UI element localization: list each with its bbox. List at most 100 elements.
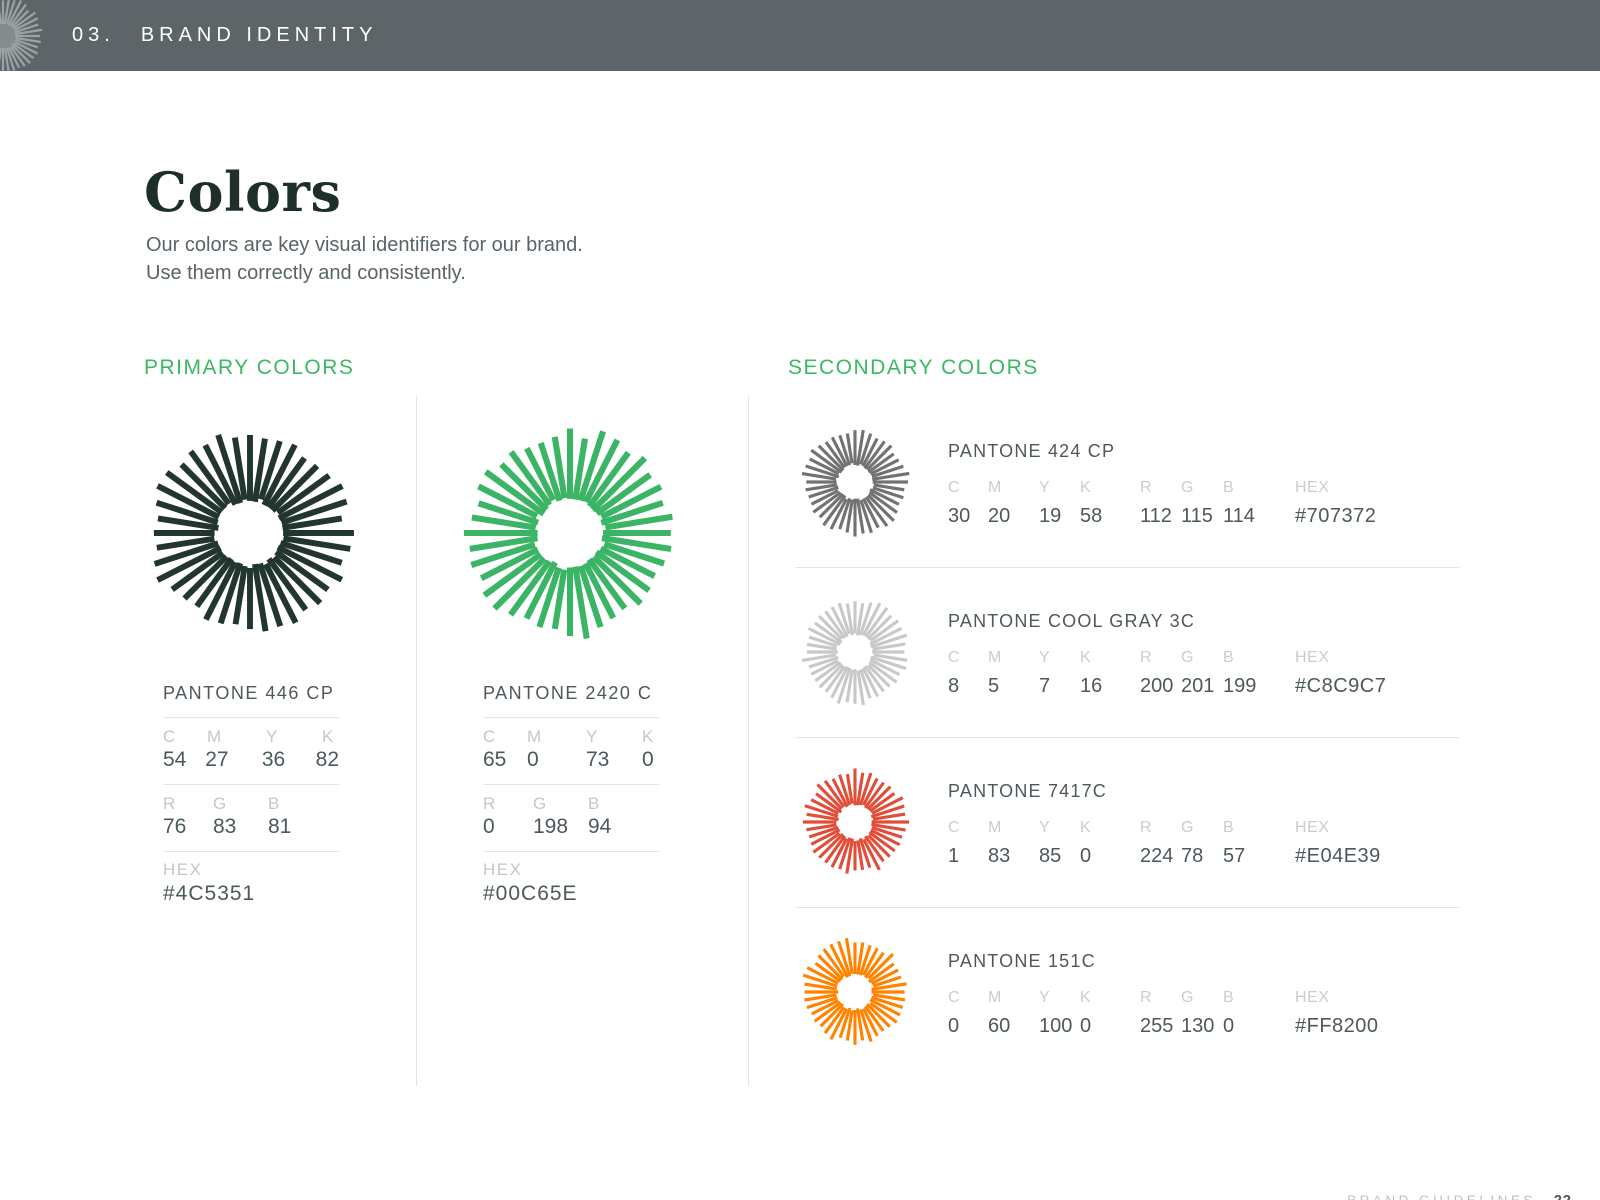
value-b: 57 — [1223, 845, 1246, 867]
swatch-values: 30 20 19 58 112 115 114 #707372 — [948, 505, 1376, 528]
label-b: B — [1223, 649, 1235, 666]
label-b: B — [588, 794, 601, 813]
label-b: B — [268, 794, 281, 813]
pantone-name: PANTONE 151C — [948, 951, 1096, 971]
secondary-sunburst — [801, 429, 910, 537]
pantone-name: PANTONE COOL GRAY 3C — [948, 611, 1196, 631]
pantone-name: PANTONE 446 CP — [163, 683, 335, 703]
label-k: K — [1080, 819, 1092, 836]
cmyk-labels: C M Y K — [163, 727, 339, 747]
label-m: M — [988, 819, 1003, 836]
label-hex: HEX — [1295, 479, 1330, 496]
subtitle-line-1: Our colors are key visual identifiers fo… — [146, 234, 583, 256]
value-c: 30 — [948, 505, 971, 527]
label-c: C — [948, 819, 961, 836]
pantone-name: PANTONE 7417C — [948, 781, 1107, 801]
value-g: 115 — [1181, 505, 1213, 527]
secondary-swatch-row: PANTONE 151C C M Y K R G B HEX 0 60 100 … — [795, 907, 1460, 1077]
pantone-name: PANTONE 2420 C — [483, 683, 653, 703]
cmyk-values: 54 27 36 82 — [163, 748, 339, 772]
primary-colors-heading: PRIMARY COLORS — [144, 356, 355, 379]
value-b: 199 — [1223, 675, 1257, 697]
label-y: Y — [586, 727, 599, 746]
secondary-sunburst — [802, 768, 910, 874]
label-y: Y — [1039, 819, 1051, 836]
swatch-labels: C M Y K R G B HEX — [948, 649, 1329, 667]
value-b: 94 — [588, 815, 612, 838]
secondary-swatch-row: PANTONE 424 CP C M Y K R G B HEX 30 20 1… — [795, 397, 1460, 568]
label-r: R — [483, 794, 497, 813]
cmyk-values: 65 0 73 0 — [483, 748, 659, 772]
page-number: 22 — [1554, 1193, 1572, 1200]
cmyk-labels: C M Y K — [483, 727, 659, 747]
label-k: K — [1080, 649, 1092, 666]
value-g: 78 — [1181, 845, 1204, 867]
value-c: 8 — [948, 675, 960, 697]
value-y: 19 — [1039, 505, 1062, 527]
label-k: K — [322, 727, 335, 746]
value-y: 100 — [1039, 1015, 1073, 1037]
label-m: M — [207, 727, 223, 746]
label-g: G — [1181, 649, 1195, 666]
divider — [163, 784, 339, 785]
value-g: 130 — [1181, 1015, 1215, 1037]
label-k: K — [642, 727, 655, 746]
primary-swatch-info: PANTONE 446 CP C M Y K 54 27 36 82 R G B… — [163, 682, 339, 906]
value-r: 76 — [163, 815, 187, 838]
value-k: 0 — [1080, 1015, 1092, 1037]
rgb-labels: R G B — [483, 794, 659, 814]
swatch-values: 8 5 7 16 200 201 199 #C8C9C7 — [948, 675, 1386, 698]
label-hex: HEX — [1295, 649, 1330, 666]
label-c: C — [948, 989, 961, 1006]
value-m: 60 — [988, 1015, 1011, 1037]
section-number: 03. — [72, 24, 115, 46]
divider — [163, 851, 339, 852]
value-c: 0 — [948, 1015, 960, 1037]
label-c: C — [483, 727, 497, 746]
primary-swatch-info: PANTONE 2420 C C M Y K 65 0 73 0 R G B 0… — [483, 682, 659, 906]
divider — [483, 717, 659, 718]
brand-guidelines-page: 03. BRAND IDENTITY Colors Our colors are… — [0, 0, 1600, 1200]
subtitle-line-2: Use them correctly and consistently. — [146, 262, 466, 284]
value-hex: #707372 — [1295, 505, 1377, 527]
pantone-name: PANTONE 424 CP — [948, 441, 1116, 461]
section-title: BRAND IDENTITY — [140, 24, 378, 46]
divider — [483, 784, 659, 785]
label-c: C — [163, 727, 177, 746]
rgb-values: 76 83 81 — [163, 815, 339, 839]
value-k: 82 — [315, 748, 339, 771]
column-divider — [416, 396, 417, 1086]
label-m: M — [988, 989, 1003, 1006]
divider — [483, 851, 659, 852]
page-title: Colors — [144, 160, 342, 224]
value-b: 114 — [1223, 505, 1255, 527]
secondary-swatch-row: PANTONE COOL GRAY 3C C M Y K R G B HEX 8… — [795, 567, 1460, 738]
secondary-sunburst — [801, 601, 908, 706]
swatch-values: 0 60 100 0 255 130 0 #FF8200 — [948, 1015, 1379, 1038]
header-bar: 03. BRAND IDENTITY — [0, 0, 1600, 71]
label-r: R — [1140, 819, 1153, 836]
label-m: M — [988, 479, 1003, 496]
value-g: 201 — [1181, 675, 1215, 697]
divider — [163, 717, 339, 718]
value-b: 81 — [268, 815, 292, 838]
label-y: Y — [1039, 649, 1051, 666]
value-r: 112 — [1140, 505, 1172, 527]
label-m: M — [527, 727, 543, 746]
label-k: K — [1080, 989, 1092, 1006]
label-b: B — [1223, 989, 1235, 1006]
value-k: 16 — [1080, 675, 1103, 697]
value-hex: #E04E39 — [1295, 845, 1381, 867]
label-m: M — [988, 649, 1003, 666]
value-c: 65 — [483, 748, 507, 771]
swatch-labels: C M Y K R G B HEX — [948, 989, 1329, 1007]
secondary-colors-heading: SECONDARY COLORS — [788, 356, 1039, 379]
primary-sunburst-dark — [153, 434, 354, 632]
label-k: K — [1080, 479, 1092, 496]
page-subtitle: Our colors are key visual identifiers fo… — [146, 231, 583, 287]
footer-label: BRAND GUIDELINES — [1347, 1193, 1536, 1200]
label-g: G — [1181, 989, 1195, 1006]
value-hex: #FF8200 — [1295, 1015, 1379, 1037]
rgb-values: 0 198 94 — [483, 815, 659, 839]
secondary-swatch-row: PANTONE 7417C C M Y K R G B HEX 1 83 85 … — [795, 737, 1460, 908]
